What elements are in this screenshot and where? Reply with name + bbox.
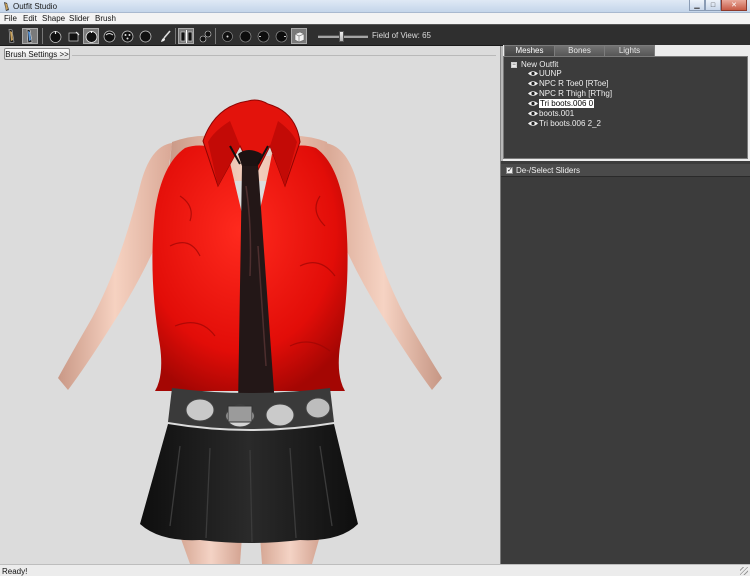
brush-size-medium-icon bbox=[239, 30, 251, 42]
mask-brush-icon bbox=[26, 29, 33, 43]
select-sliders-label[interactable]: De-/Select Sliders bbox=[516, 166, 580, 175]
maximize-icon: □ bbox=[710, 1, 716, 9]
mesh-item-label: Tri boots.006 2_2 bbox=[539, 118, 601, 128]
color-brush-icon bbox=[139, 30, 151, 42]
select-brush-tool[interactable] bbox=[3, 28, 19, 44]
paint-brush-tool[interactable] bbox=[157, 28, 173, 44]
outfit-model bbox=[58, 99, 442, 564]
weight-brush-icon bbox=[121, 30, 133, 42]
smooth-brush-tool[interactable] bbox=[101, 28, 117, 44]
fov-label: Field of View: 65 bbox=[372, 31, 431, 40]
brush-size-xl-button[interactable] bbox=[273, 28, 289, 44]
tab-bones[interactable]: Bones bbox=[554, 45, 605, 56]
sliders-panel: ✓ De-/Select Sliders bbox=[500, 161, 750, 564]
studded-belt bbox=[168, 388, 334, 429]
mesh-item-boots-001[interactable]: boots.001 bbox=[528, 108, 574, 118]
eye-icon[interactable] bbox=[528, 120, 538, 127]
menu-file[interactable]: File bbox=[4, 14, 17, 23]
menu-bar: File Edit Shape Slider Brush bbox=[0, 13, 750, 24]
move-brush-tool[interactable] bbox=[83, 28, 99, 44]
mesh-item-label: Tri boots.006 0 bbox=[539, 98, 595, 108]
app-icon bbox=[4, 2, 9, 11]
status-text: Ready! bbox=[2, 567, 28, 576]
inflate-brush-tool[interactable] bbox=[47, 28, 63, 44]
smooth-brush-icon bbox=[103, 30, 115, 42]
brush-size-large-icon bbox=[257, 30, 269, 42]
window-controls: ▁ □ ✕ bbox=[689, 0, 747, 11]
mesh-item-rthigh[interactable]: NPC R Thigh [RThg] bbox=[528, 88, 612, 98]
mesh-item-rtoe[interactable]: NPC R Toe0 [RToe] bbox=[528, 78, 609, 88]
mesh-item-label: boots.001 bbox=[539, 108, 575, 118]
collapse-icon[interactable]: − bbox=[511, 61, 517, 68]
toolbar-separator bbox=[215, 28, 216, 44]
brush-size-small-button[interactable] bbox=[219, 28, 235, 44]
menu-shape[interactable]: Shape bbox=[42, 14, 65, 23]
sliders-header: ✓ De-/Select Sliders bbox=[501, 164, 750, 177]
tab-lights[interactable]: Lights bbox=[604, 45, 655, 56]
minimize-icon: ▁ bbox=[694, 2, 700, 9]
fov-slider-thumb[interactable] bbox=[339, 31, 344, 42]
3d-viewport[interactable]: Brush Settings >> bbox=[0, 46, 500, 564]
close-button[interactable]: ✕ bbox=[721, 0, 747, 11]
status-bar: Ready! bbox=[0, 564, 750, 576]
meshes-tree: − New Outfit UUNP NPC R Toe0 [RToe] NPC R… bbox=[503, 56, 748, 159]
wireframe-toggle[interactable] bbox=[291, 28, 307, 44]
connected-only-icon bbox=[199, 30, 211, 42]
title-bar: Outfit Studio ▁ □ ✕ bbox=[0, 0, 750, 13]
mirror-x-tool[interactable] bbox=[178, 28, 194, 44]
weight-brush-tool[interactable] bbox=[119, 28, 135, 44]
window-title: Outfit Studio bbox=[13, 2, 58, 11]
select-sliders-checkbox[interactable]: ✓ bbox=[506, 167, 513, 174]
mesh-item-label: NPC R Thigh [RThg] bbox=[539, 88, 613, 98]
mesh-item-label: UUNP bbox=[539, 68, 562, 78]
select-brush-icon bbox=[8, 29, 15, 43]
eye-icon[interactable] bbox=[528, 100, 538, 107]
brush-size-small-icon bbox=[221, 30, 233, 42]
menu-slider[interactable]: Slider bbox=[69, 14, 89, 23]
mesh-item-label: NPC R Toe0 [RToe] bbox=[539, 78, 609, 88]
paint-brush-icon bbox=[160, 29, 171, 42]
mesh-item-tri-boots-0[interactable]: Tri boots.006 0 bbox=[528, 98, 595, 108]
connected-only-tool[interactable] bbox=[197, 28, 213, 44]
close-icon: ✕ bbox=[731, 2, 737, 9]
tab-meshes[interactable]: Meshes bbox=[504, 45, 555, 56]
black-skirt bbox=[140, 424, 358, 543]
mesh-item-uunp[interactable]: UUNP bbox=[528, 68, 562, 78]
menu-edit[interactable]: Edit bbox=[23, 14, 37, 23]
eye-icon[interactable] bbox=[528, 80, 538, 87]
brush-size-xl-icon bbox=[275, 30, 287, 42]
brush-size-large-button[interactable] bbox=[255, 28, 271, 44]
maximize-button[interactable]: □ bbox=[705, 0, 721, 11]
toolbar-separator bbox=[175, 28, 176, 44]
eye-icon[interactable] bbox=[528, 70, 538, 77]
move-brush-icon bbox=[85, 30, 97, 43]
toolbar-separator bbox=[42, 28, 43, 44]
mask-brush-tool[interactable] bbox=[22, 28, 38, 44]
menu-brush[interactable]: Brush bbox=[95, 14, 116, 23]
brush-size-medium-button[interactable] bbox=[237, 28, 253, 44]
eye-icon[interactable] bbox=[528, 110, 538, 117]
mesh-item-tri-boots-2-2[interactable]: Tri boots.006 2_2 bbox=[528, 118, 601, 128]
inflate-brush-icon bbox=[49, 30, 61, 43]
eye-icon[interactable] bbox=[528, 90, 538, 97]
resize-grip[interactable] bbox=[740, 567, 748, 575]
panel-tabs: Meshes Bones Lights bbox=[503, 45, 750, 56]
deflate-brush-icon bbox=[68, 31, 79, 41]
deflate-brush-tool[interactable] bbox=[65, 28, 81, 44]
color-brush-tool[interactable] bbox=[137, 28, 153, 44]
wireframe-icon bbox=[294, 31, 304, 42]
minimize-button[interactable]: ▁ bbox=[689, 0, 705, 11]
mirror-x-icon bbox=[180, 29, 192, 43]
toolbar: Field of View: 65 bbox=[0, 24, 750, 46]
